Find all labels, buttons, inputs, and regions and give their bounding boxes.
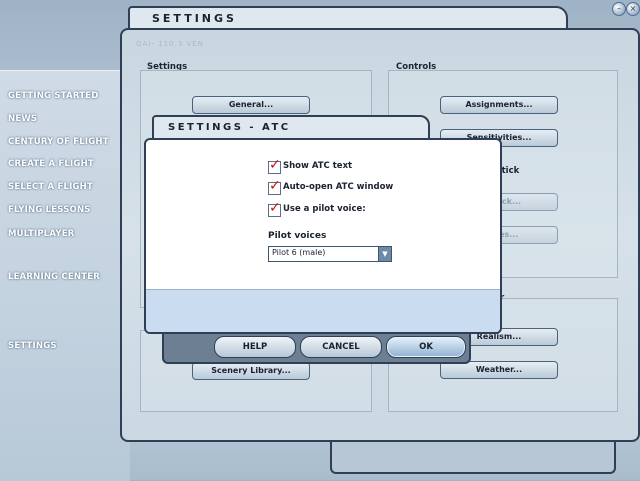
nav-item-multiplayer[interactable]: MULTIPLAYER — [8, 229, 74, 239]
nav-item-settings[interactable]: SETTINGS — [8, 341, 57, 351]
pilot-voices-value: Pilot 6 (male) — [272, 248, 326, 257]
pilot-voice-label: Use a pilot voice: — [283, 204, 366, 214]
pilot-voices-select[interactable]: Pilot 6 (male) ▼ — [268, 246, 392, 262]
help-button[interactable]: HELP — [214, 336, 296, 358]
show-atc-text-checkbox[interactable]: ✓ — [268, 157, 281, 174]
auto-open-atc-checkbox[interactable]: ✓ — [268, 178, 281, 195]
pilot-voice-checkbox[interactable]: ✓ — [268, 200, 281, 217]
nav-item-century-of-flight[interactable]: CENTURY OF FLIGHT — [8, 137, 109, 147]
checkmark-icon: ✓ — [269, 178, 281, 194]
atc-dialog-title: SETTINGS - ATC — [168, 122, 291, 133]
nav-item-select-a-flight[interactable]: SELECT A FLIGHT — [8, 182, 93, 192]
close-icon[interactable]: × — [626, 2, 640, 16]
pilot-voices-label: Pilot voices — [268, 231, 327, 241]
nav-item-flying-lessons[interactable]: FLYING LESSONS — [8, 205, 91, 215]
left-sky-panel: GETTING STARTED NEWS CENTURY OF FLIGHT C… — [0, 70, 130, 481]
nav-item-create-a-flight[interactable]: CREATE A FLIGHT — [8, 159, 94, 169]
atc-dialog: ✓ Show ATC text ✓ Auto-open ATC window ✓… — [144, 138, 502, 334]
nav-item-news[interactable]: NEWS — [8, 114, 37, 124]
settings-window-title: SETTINGS — [152, 12, 237, 25]
scenery-library-button[interactable]: Scenery Library... — [192, 362, 310, 380]
auto-open-atc-label: Auto-open ATC window — [283, 182, 394, 192]
cancel-button[interactable]: CANCEL — [300, 336, 382, 358]
checkmark-icon: ✓ — [269, 157, 281, 173]
chevron-down-icon[interactable]: ▼ — [378, 247, 391, 261]
nav-item-learning-center[interactable]: LEARNING CENTER — [8, 272, 100, 282]
assignments-button[interactable]: Assignments... — [440, 96, 558, 114]
minimize-icon[interactable]: – — [612, 2, 626, 16]
general-button[interactable]: General... — [192, 96, 310, 114]
ok-button[interactable]: OK — [386, 336, 466, 358]
nav-item-getting-started[interactable]: GETTING STARTED — [8, 91, 98, 101]
checkmark-icon: ✓ — [269, 200, 281, 216]
atc-dialog-footer — [146, 289, 500, 332]
background-watermark: QAI- 110.3 VEN — [136, 40, 204, 48]
show-atc-text-label: Show ATC text — [283, 161, 353, 171]
